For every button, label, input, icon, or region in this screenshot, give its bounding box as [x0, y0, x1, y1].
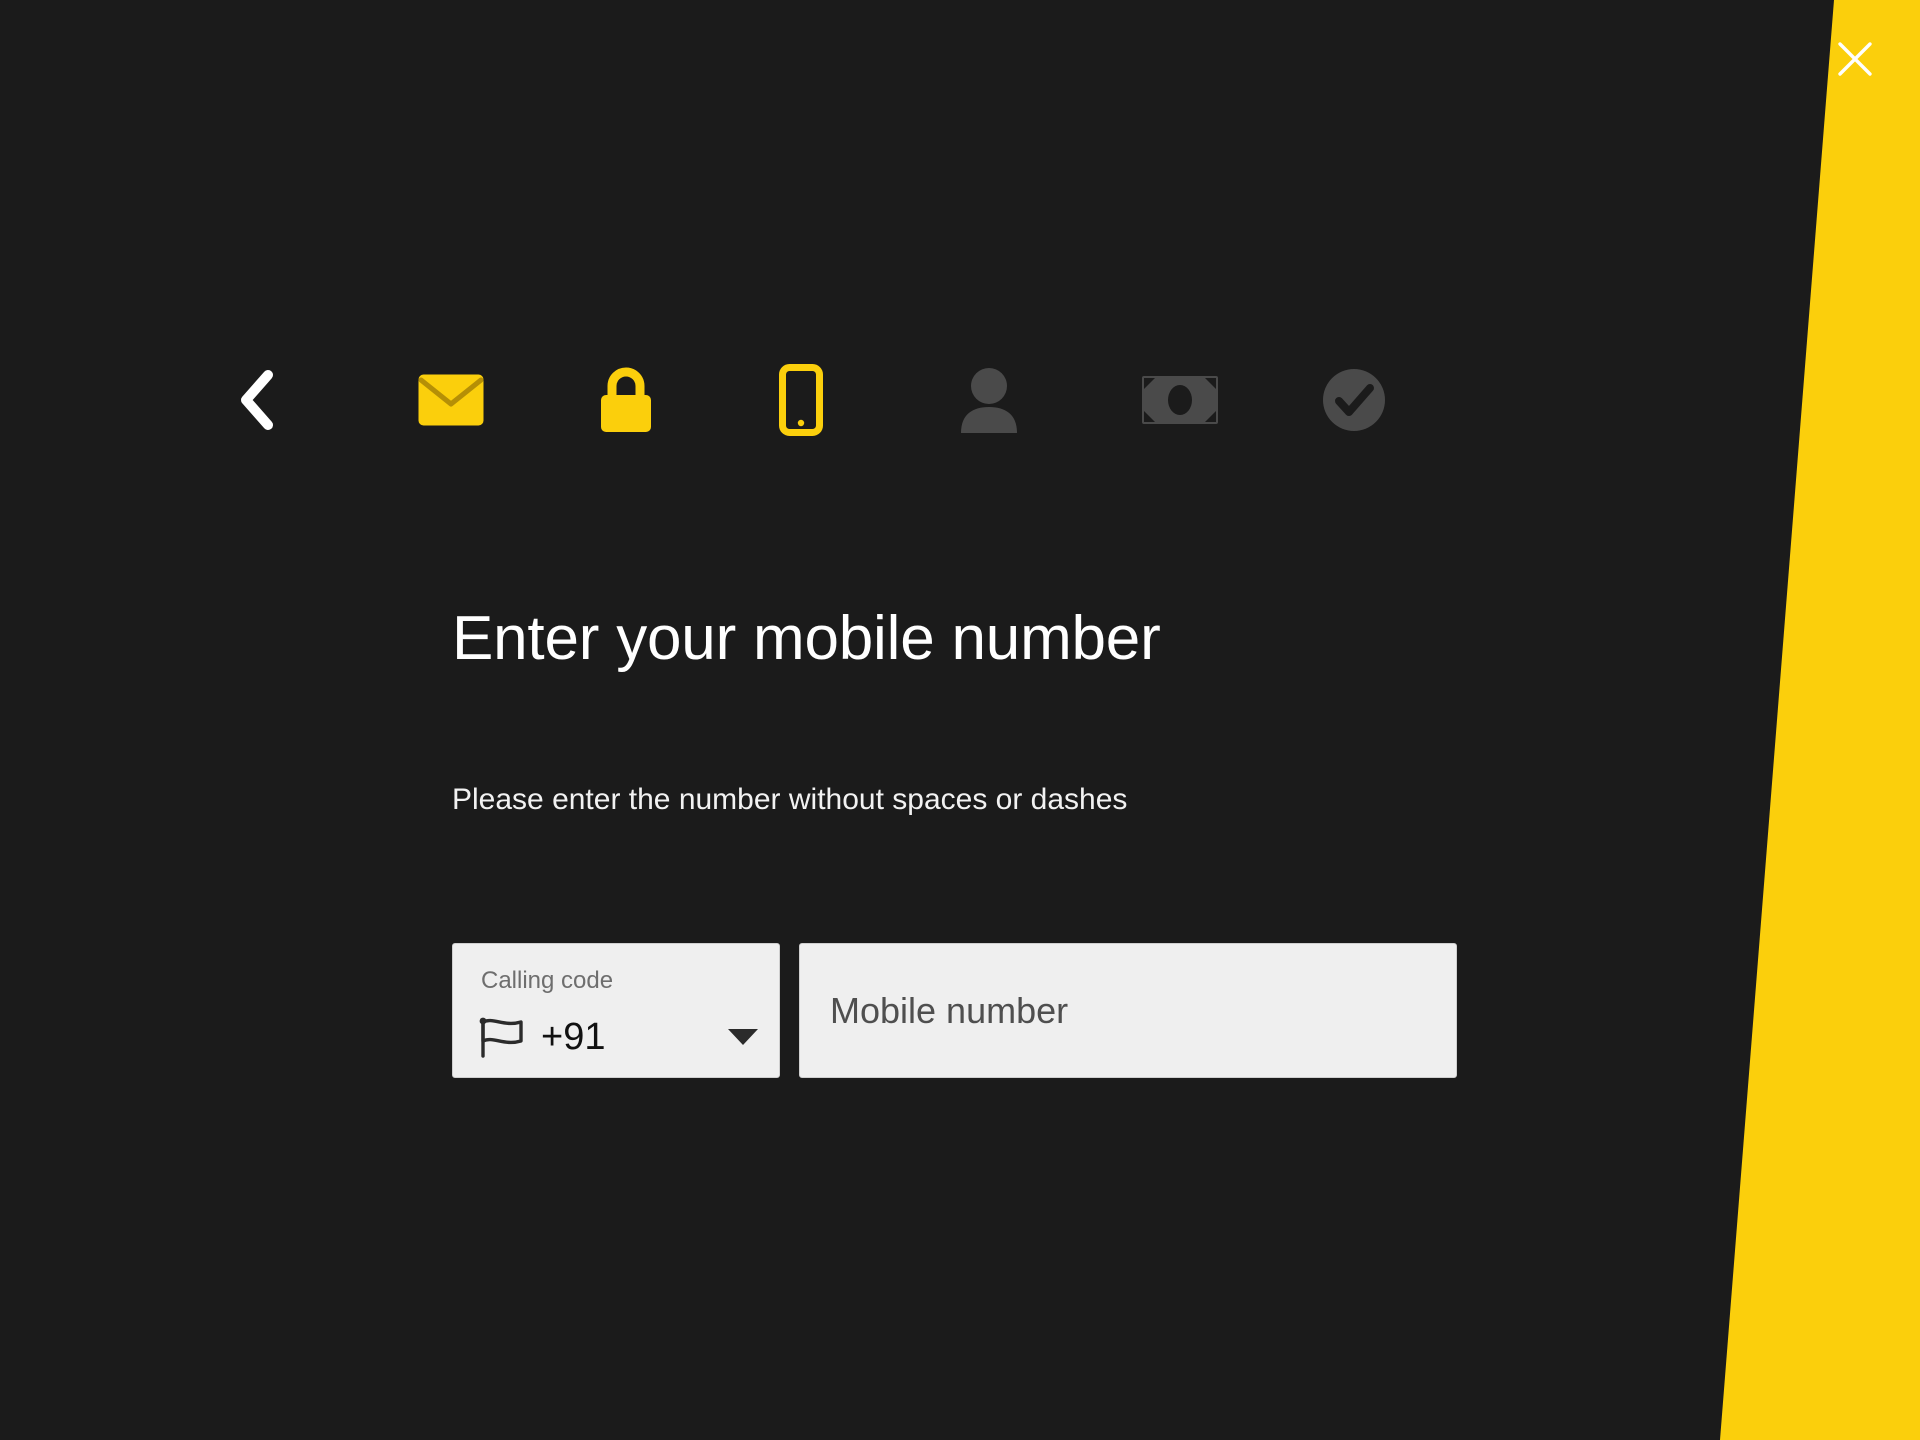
close-button[interactable] [1822, 26, 1888, 92]
mobile-step-icon [779, 358, 960, 442]
calling-code-select[interactable]: Calling code +91 [452, 943, 780, 1078]
page-title: Enter your mobile number [452, 604, 1161, 673]
banknote-icon [1142, 376, 1218, 424]
yellow-diagonal-accent [1720, 0, 1920, 1440]
person-icon [961, 368, 1017, 433]
signup-mobile-number-screen: Enter your mobile number Please enter th… [0, 0, 1920, 1440]
calling-code-label: Calling code [481, 967, 614, 994]
check-circle-icon [1323, 369, 1385, 431]
email-step-icon [417, 358, 598, 442]
lock-icon [601, 367, 651, 432]
mobile-number-form: Calling code +91 [452, 943, 1457, 1078]
calling-code-value-row: +91 [477, 1011, 761, 1063]
close-icon [1838, 42, 1872, 76]
content-column: Enter your mobile number Please enter th… [0, 0, 1560, 1440]
page-subtitle: Please enter the number without spaces o… [452, 783, 1128, 816]
mobile-number-field[interactable] [799, 943, 1457, 1078]
calling-code-dropdown-toggle[interactable] [725, 1019, 761, 1055]
phone-icon [779, 364, 823, 436]
password-step-icon [598, 358, 779, 442]
funding-step-icon [1141, 358, 1322, 442]
chevron-down-icon [728, 1029, 758, 1045]
personal-details-step-icon [960, 358, 1141, 442]
flag-icon [479, 1017, 523, 1058]
mobile-number-input[interactable] [800, 944, 1456, 1077]
calling-code-value: +91 [541, 1016, 606, 1058]
signup-progress-steps [236, 358, 1503, 442]
back-chevron-icon [241, 370, 273, 430]
confirmation-step-icon [1322, 358, 1503, 442]
envelope-icon [418, 374, 484, 426]
back-button[interactable] [236, 358, 417, 442]
